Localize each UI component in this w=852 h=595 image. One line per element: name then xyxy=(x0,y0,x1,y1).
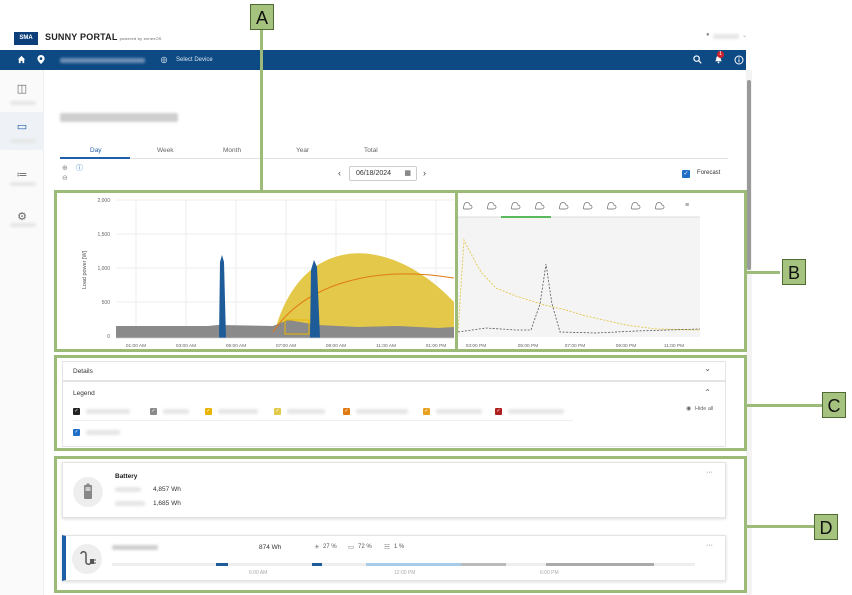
location-pin-icon xyxy=(34,50,48,70)
tab-month[interactable]: Month xyxy=(223,147,241,154)
callout-d: D xyxy=(814,514,838,540)
annotation-box-a xyxy=(54,190,458,352)
zoom-out-icon[interactable]: ⊖ xyxy=(62,174,68,182)
annotation-box-d xyxy=(54,456,747,593)
tab-day[interactable]: Day xyxy=(90,147,102,154)
sidebar-label-redacted xyxy=(10,182,36,186)
sidebar-label-redacted xyxy=(10,139,36,143)
forecast-checkbox[interactable]: ✓ xyxy=(682,170,690,178)
plant-name-redacted[interactable] xyxy=(60,58,145,63)
calendar-icon[interactable]: ▦ xyxy=(404,167,411,180)
sidebar-item-configuration[interactable]: ⚙ xyxy=(0,202,44,240)
brand-subtitle: powered by ennexOS xyxy=(119,36,162,41)
top-bar: SMA SUNNY PORTAL powered by ennexOS ● ⌄ xyxy=(0,0,852,48)
info-icon[interactable]: ⓘ xyxy=(76,163,83,173)
user-icon: ● xyxy=(706,32,710,38)
tab-active-indicator xyxy=(60,157,130,159)
home-icon[interactable] xyxy=(14,50,28,70)
search-icon[interactable] xyxy=(690,50,704,70)
dashboard-icon: ◫ xyxy=(16,83,28,95)
monitor-icon: ▭ xyxy=(16,121,28,133)
callout-a: A xyxy=(250,4,274,30)
info-icon[interactable] xyxy=(732,50,746,70)
scrollbar-thumb[interactable] xyxy=(747,80,751,270)
user-menu[interactable]: ● ⌄ xyxy=(706,32,748,40)
callout-line-b xyxy=(746,271,780,274)
annotation-box-c xyxy=(54,355,747,451)
previous-day-button[interactable]: ‹ xyxy=(338,166,341,181)
notification-badge: 1 xyxy=(717,51,724,58)
date-value: 06/18/2024 xyxy=(356,170,392,177)
sidebar-item-monitoring[interactable]: ▭ xyxy=(0,112,44,150)
annotation-box-b xyxy=(455,190,747,352)
callout-line-d xyxy=(746,525,814,528)
tab-total[interactable]: Total xyxy=(364,147,378,154)
zoom-in-icon[interactable]: ⊕ xyxy=(62,164,68,172)
callout-line-a xyxy=(260,30,263,192)
brand-name: SUNNY PORTAL xyxy=(45,32,118,42)
sma-logo: SMA xyxy=(14,32,38,45)
date-field[interactable]: 06/18/2024 ▦ xyxy=(349,166,417,181)
callout-c: C xyxy=(822,392,846,418)
navigation-bar: ◎ Select Device xyxy=(0,50,746,70)
select-device-link[interactable]: Select Device xyxy=(176,50,213,70)
tab-week[interactable]: Week xyxy=(157,147,174,154)
gear-icon: ⚙ xyxy=(17,211,27,223)
sidebar-label-redacted xyxy=(10,223,36,227)
sidebar-item-analysis[interactable]: ≔ xyxy=(0,160,44,198)
line-chart-icon: ≔ xyxy=(16,169,28,181)
tab-year[interactable]: Year xyxy=(296,147,309,154)
tab-divider xyxy=(60,158,728,159)
forecast-label: Forecast xyxy=(697,170,721,176)
sidebar-item-dashboard[interactable]: ◫ xyxy=(0,74,44,112)
user-name-redacted xyxy=(713,34,739,39)
brand-title: SUNNY PORTAL powered by ennexOS xyxy=(45,32,162,42)
device-icon: ◎ xyxy=(160,55,168,64)
sidebar-label-redacted xyxy=(10,101,36,105)
sidebar: ◫ ▭ ≔ ⚙ xyxy=(0,70,44,595)
page-title-redacted xyxy=(60,113,178,122)
callout-b: B xyxy=(782,259,806,285)
chevron-down-icon: ⌄ xyxy=(742,33,748,39)
next-day-button[interactable]: › xyxy=(423,166,426,181)
callout-line-c xyxy=(746,404,822,407)
